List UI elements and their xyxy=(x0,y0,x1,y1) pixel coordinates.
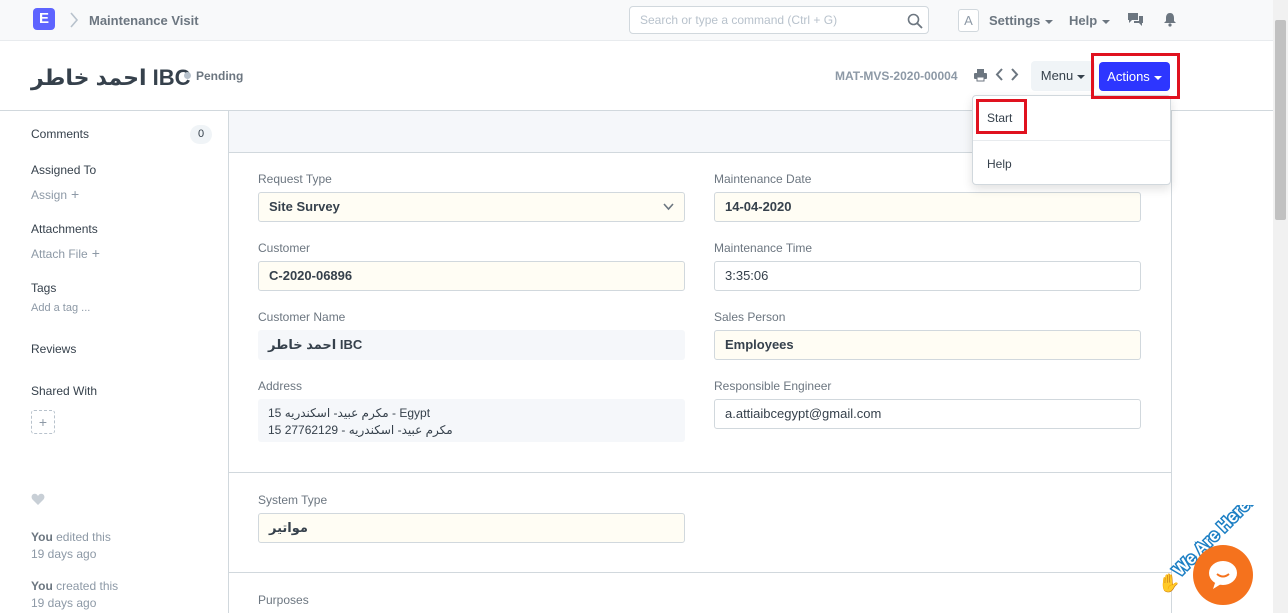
search-input[interactable] xyxy=(630,7,890,33)
chevron-right-icon[interactable] xyxy=(1010,67,1020,82)
status-dot-icon xyxy=(184,72,191,79)
caret-down-icon xyxy=(1045,19,1054,24)
form-body: Request Type Site Survey Customer C-2020… xyxy=(228,111,1172,613)
activity-action: created this xyxy=(56,579,119,593)
responsible-engineer-field[interactable]: a.attiaibcegypt@gmail.com xyxy=(714,399,1141,429)
settings-menu[interactable]: Settings xyxy=(989,13,1054,28)
activity-time: 19 days ago xyxy=(31,547,97,561)
plus-icon: + xyxy=(71,186,80,202)
breadcrumb[interactable]: Maintenance Visit xyxy=(89,13,199,28)
address-line: 15 مكرم عبيد- اسكندريه - Egypt xyxy=(268,406,431,420)
attach-file-link[interactable]: Attach File + xyxy=(31,245,100,261)
customer-name-label: Customer Name xyxy=(258,310,346,324)
caret-down-icon xyxy=(1077,74,1086,79)
activity-action: edited this xyxy=(56,530,111,544)
tags-label: Tags xyxy=(31,281,57,295)
form-sidebar: Comments 0 Assigned To Assign + Attachmen… xyxy=(0,111,228,613)
user-avatar[interactable]: A xyxy=(958,9,979,32)
app-logo[interactable]: E xyxy=(33,8,55,30)
help-menu[interactable]: Help xyxy=(1069,13,1111,28)
menu-button[interactable]: Menu xyxy=(1031,61,1095,91)
assigned-to-label: Assigned To xyxy=(31,163,97,177)
bell-icon[interactable] xyxy=(1163,12,1177,27)
chat-icon[interactable] xyxy=(1127,12,1144,27)
highlight-box xyxy=(1091,53,1180,99)
document-name: MAT-MVS-2020-00004 xyxy=(835,69,958,83)
purposes-label: Purposes xyxy=(258,593,309,607)
status-label: Pending xyxy=(196,69,244,83)
dropdown-item-help[interactable]: Help xyxy=(987,157,1012,171)
address-value: 15 مكرم عبيد- اسكندريه - Egypt 15 مكرم ع… xyxy=(258,399,685,442)
status-badge: Pending xyxy=(184,69,243,83)
page-title: احمد خاطر IBC xyxy=(31,65,191,90)
customer-field[interactable]: C-2020-06896 xyxy=(258,261,685,291)
scrollbar-thumb[interactable] xyxy=(1275,20,1286,220)
system-type-label: System Type xyxy=(258,493,328,507)
section-divider xyxy=(229,572,1171,573)
print-icon[interactable] xyxy=(973,68,988,82)
comments-label[interactable]: Comments xyxy=(31,127,89,141)
settings-label: Settings xyxy=(989,13,1041,28)
chevron-right-icon xyxy=(70,12,79,28)
request-type-select[interactable]: Site Survey xyxy=(258,192,685,222)
chevron-left-icon[interactable] xyxy=(994,67,1004,82)
maintenance-time-field[interactable]: 3:35:06 xyxy=(714,261,1141,291)
activity-item: You edited this 19 days ago xyxy=(31,529,111,563)
search-bar xyxy=(629,6,929,34)
chat-widget-button[interactable] xyxy=(1193,545,1253,605)
request-type-value: Site Survey xyxy=(269,199,340,214)
search-icon[interactable] xyxy=(906,12,924,30)
chevron-down-icon xyxy=(663,203,674,211)
activity-text: You created this xyxy=(31,578,118,595)
activity-item: You created this 19 days ago xyxy=(31,578,118,612)
attach-file-label: Attach File xyxy=(31,247,88,261)
sales-person-field[interactable]: Employees xyxy=(714,330,1141,360)
caret-down-icon xyxy=(1102,19,1111,24)
activity-user[interactable]: You xyxy=(31,579,53,593)
add-share-button[interactable]: + xyxy=(31,410,55,434)
top-navbar: E Maintenance Visit A Settings Help xyxy=(0,0,1273,41)
maintenance-date-field[interactable]: 14-04-2020 xyxy=(714,192,1141,222)
activity-user[interactable]: You xyxy=(31,530,53,544)
plus-icon: + xyxy=(91,245,100,261)
attachments-label: Attachments xyxy=(31,222,98,236)
reviews-label: Reviews xyxy=(31,342,77,356)
chat-bubble-icon xyxy=(1209,561,1237,589)
assign-label: Assign xyxy=(31,188,68,202)
add-tag-link[interactable]: Add a tag ... xyxy=(31,302,90,314)
sales-person-label: Sales Person xyxy=(714,310,786,324)
responsible-engineer-label: Responsible Engineer xyxy=(714,379,832,393)
comments-count-badge: 0 xyxy=(190,125,212,144)
dropdown-divider xyxy=(973,140,1170,141)
address-label: Address xyxy=(258,379,303,393)
address-line: 15 مكرم عبيد- اسكندريه - 27762129 xyxy=(268,423,453,437)
maintenance-time-label: Maintenance Time xyxy=(714,241,813,255)
request-type-label: Request Type xyxy=(258,172,332,186)
highlight-box xyxy=(976,99,1027,134)
customer-name-value: احمد خاطر IBC xyxy=(258,330,685,360)
menu-label: Menu xyxy=(1040,68,1074,83)
customer-label: Customer xyxy=(258,241,311,255)
activity-text: You edited this xyxy=(31,529,111,546)
wave-hand-icon: ✋ xyxy=(1158,572,1180,593)
help-label: Help xyxy=(1069,13,1098,28)
activity-time: 19 days ago xyxy=(31,596,97,610)
assign-link[interactable]: Assign + xyxy=(31,186,79,202)
maintenance-date-label: Maintenance Date xyxy=(714,172,812,186)
system-type-field[interactable]: مواتير xyxy=(258,513,685,543)
section-divider xyxy=(229,472,1171,473)
heart-icon[interactable] xyxy=(31,493,45,506)
shared-with-label: Shared With xyxy=(31,384,98,398)
